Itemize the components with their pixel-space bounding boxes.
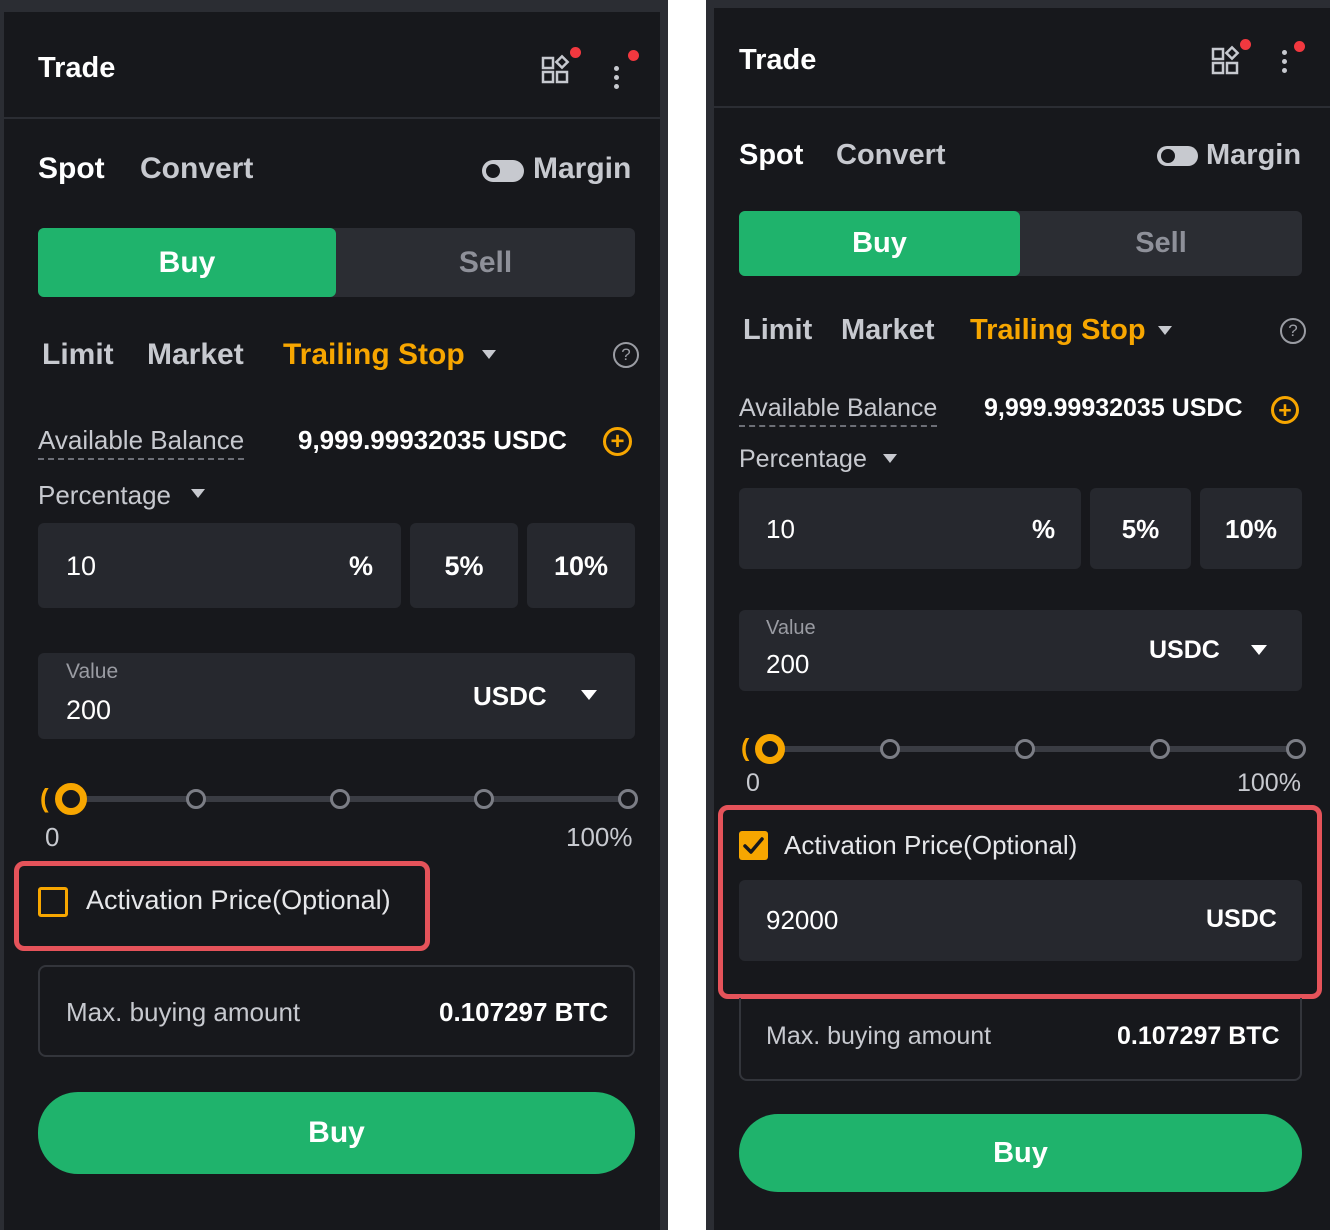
percentage-input-value: 10 <box>766 514 795 544</box>
preset-10-label: 10% <box>1224 514 1278 544</box>
tab-spot[interactable]: Spot <box>38 152 105 186</box>
chevron-down-icon[interactable] <box>883 454 897 463</box>
buy-button[interactable]: Buy <box>38 1092 635 1174</box>
buy-button[interactable]: Buy <box>739 1114 1302 1192</box>
add-funds-icon[interactable]: + <box>1271 396 1299 424</box>
value-label: Value <box>66 660 119 683</box>
order-tab-trailing-stop[interactable]: Trailing Stop <box>283 338 465 372</box>
margin-label: Margin <box>533 152 632 185</box>
sell-side-button[interactable]: Sell <box>1020 211 1302 276</box>
slider-node[interactable] <box>618 789 638 809</box>
preset-5-label: 5% <box>444 551 484 581</box>
chevron-down-icon[interactable] <box>1158 326 1172 335</box>
available-balance-label[interactable]: Available Balance <box>739 394 938 427</box>
chevron-down-icon[interactable] <box>191 489 205 498</box>
max-buying-value: 0.107297 BTC <box>439 997 609 1027</box>
percentage-unit: % <box>349 551 374 581</box>
notification-dot <box>570 47 581 58</box>
preset-5-label: 5% <box>1121 514 1160 544</box>
amount-slider[interactable] <box>74 796 630 802</box>
order-tab-limit[interactable]: Limit <box>42 338 114 372</box>
slider-node[interactable] <box>1015 739 1035 759</box>
value-amount: 200 <box>66 695 112 725</box>
slider-node[interactable] <box>880 739 900 759</box>
slider-knob[interactable] <box>755 734 785 764</box>
slider-min-label: 0 <box>746 769 760 797</box>
activation-price-checkbox[interactable] <box>739 831 768 860</box>
chevron-down-icon[interactable] <box>482 350 496 359</box>
add-funds-icon[interactable]: + <box>603 427 632 456</box>
left-trade-panel: Trade Spot Convert Margin Buy Sell Limit… <box>0 0 668 1230</box>
notification-dot <box>628 50 639 61</box>
order-tab-market[interactable]: Market <box>841 314 935 347</box>
sell-side-button[interactable]: Sell <box>336 228 635 297</box>
value-label: Value <box>766 617 816 639</box>
header-divider <box>4 117 660 119</box>
check-icon <box>743 837 764 854</box>
max-buying-value: 0.107297 BTC <box>1117 1022 1280 1050</box>
slider-node[interactable] <box>1286 739 1306 759</box>
tab-spot[interactable]: Spot <box>739 139 803 172</box>
panel-title: Trade <box>38 52 116 84</box>
header-divider <box>714 106 1330 108</box>
preset-10-label: 10% <box>553 551 609 581</box>
slider-knob[interactable] <box>55 783 87 815</box>
order-tab-market[interactable]: Market <box>147 338 244 372</box>
order-tab-trailing-stop[interactable]: Trailing Stop <box>970 314 1146 347</box>
activation-price-value: 92000 <box>766 905 839 935</box>
apps-grid-icon[interactable] <box>1210 44 1242 76</box>
slider-min-label: 0 <box>45 822 60 852</box>
margin-toggle[interactable] <box>1157 146 1198 166</box>
value-currency[interactable]: USDC <box>473 681 547 712</box>
available-balance-value: 9,999.99932035 USDC <box>984 394 1243 422</box>
max-buying-label: Max. buying amount <box>766 1022 992 1050</box>
available-balance-label[interactable]: Available Balance <box>38 425 245 460</box>
slider-max-label: 100% <box>1237 769 1301 797</box>
activation-price-currency: USDC <box>1206 905 1277 933</box>
apps-grid-icon[interactable] <box>540 53 572 85</box>
help-icon[interactable]: ? <box>1280 318 1306 344</box>
tab-convert[interactable]: Convert <box>140 152 253 186</box>
margin-label: Margin <box>1206 139 1302 171</box>
slider-max-label: 100% <box>566 822 633 852</box>
margin-toggle[interactable] <box>482 160 524 182</box>
value-amount: 200 <box>766 649 810 679</box>
notification-dot <box>1240 39 1251 50</box>
notification-dot <box>1294 41 1305 52</box>
slider-node[interactable] <box>186 789 206 809</box>
help-icon[interactable]: ? <box>613 342 639 368</box>
percentage-label[interactable]: Percentage <box>38 480 171 511</box>
amount-slider[interactable] <box>774 746 1297 752</box>
more-vertical-icon[interactable] <box>614 66 619 93</box>
buy-side-button[interactable]: Buy <box>739 211 1020 276</box>
more-vertical-icon[interactable] <box>1282 50 1287 77</box>
percentage-label[interactable]: Percentage <box>739 445 867 474</box>
activation-price-checkbox[interactable] <box>38 887 68 917</box>
buy-side-button[interactable]: Buy <box>38 228 336 297</box>
activation-price-label[interactable]: Activation Price(Optional) <box>86 885 391 916</box>
chevron-down-icon[interactable] <box>581 690 597 700</box>
value-currency[interactable]: USDC <box>1149 636 1220 665</box>
percentage-input-value: 10 <box>66 551 97 581</box>
available-balance-value: 9,999.99932035 USDC <box>298 425 567 455</box>
slider-node[interactable] <box>1150 739 1170 759</box>
slider-knob-glow: ( <box>40 783 49 813</box>
percentage-unit: % <box>1032 514 1056 544</box>
slider-knob-glow: ( <box>741 734 750 762</box>
order-tab-limit[interactable]: Limit <box>743 314 812 347</box>
slider-node[interactable] <box>474 789 494 809</box>
chevron-down-icon[interactable] <box>1251 645 1267 655</box>
tab-convert[interactable]: Convert <box>836 139 946 172</box>
activation-price-label[interactable]: Activation Price(Optional) <box>784 830 1077 861</box>
panel-title: Trade <box>739 44 817 76</box>
slider-node[interactable] <box>330 789 350 809</box>
max-buying-label: Max. buying amount <box>66 997 301 1027</box>
right-trade-panel: Trade Spot Convert Margin Buy Sell Limit… <box>706 0 1330 1230</box>
